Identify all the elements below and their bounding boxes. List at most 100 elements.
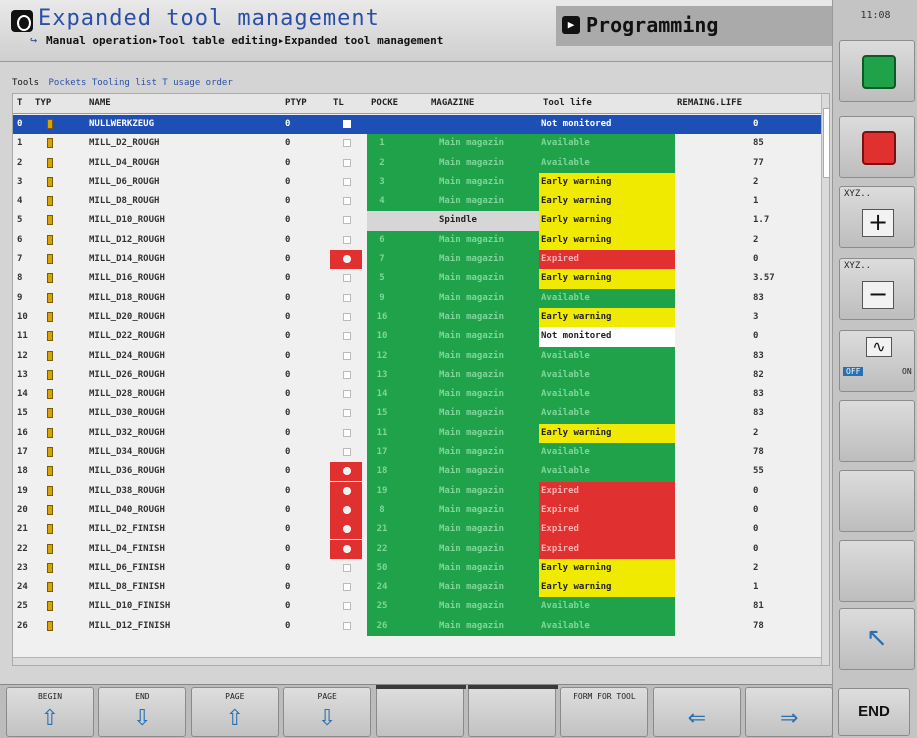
tool-locked-checkbox[interactable] xyxy=(330,366,362,385)
table-row[interactable]: Early warning 24 MILL_D8_FINISH 0 24 Main mag… xyxy=(13,578,821,598)
tool-locked-checkbox[interactable] xyxy=(330,520,362,540)
tool-life-cell: Early warning xyxy=(539,211,675,231)
end-key[interactable]: END xyxy=(838,688,910,736)
page-title: Expanded tool management xyxy=(38,6,380,31)
tool-life-value: Available xyxy=(541,369,590,380)
softkey-3[interactable]: PAGE ⇧ xyxy=(190,687,279,737)
tool-locked-checkbox[interactable] xyxy=(330,539,362,559)
tool-locked-checkbox[interactable] xyxy=(330,211,362,230)
tool-locked-checkbox[interactable] xyxy=(330,597,362,616)
tool-number: 18 xyxy=(17,466,28,477)
tool-locked-checkbox[interactable] xyxy=(330,404,362,423)
tool-locked-checkbox[interactable] xyxy=(330,347,362,366)
tool-locked-checkbox[interactable] xyxy=(330,231,362,250)
side-softkey-bar: 11:08 XYZ.. + XYZ.. − ∿ OFF ON ↖ xyxy=(832,0,917,738)
tool-life-value: Early warning xyxy=(541,234,612,245)
table-row[interactable]: Expired 20 MILL_D40_ROUGH 0 8 Main magazin 0 xyxy=(13,500,821,521)
table-row[interactable]: Early warning 8 MILL_D16_ROUGH 0 5 Main magaz… xyxy=(13,269,821,289)
pocket-number: 10 xyxy=(376,331,388,342)
table-row[interactable]: Expired 22 MILL_D4_FINISH 0 22 Main magazin 0 xyxy=(13,539,821,559)
tool-locked-checkbox[interactable] xyxy=(330,250,362,270)
tool-locked-checkbox[interactable] xyxy=(330,154,362,173)
table-row[interactable]: Available 1 MILL_D2_ROUGH 0 1 Main magazin 85 xyxy=(13,134,821,154)
table-row[interactable]: Early warning 5 MILL_D10_ROUGH 0 Spindle 1.7 xyxy=(13,211,821,231)
tool-locked-checkbox[interactable] xyxy=(330,269,362,288)
tool-number: 17 xyxy=(17,447,28,458)
table-row[interactable]: Expired 7 MILL_D14_ROUGH 0 7 Main magazin 0 xyxy=(13,250,821,270)
table-row[interactable]: Available 9 MILL_D18_ROUGH 0 9 Main magazin 83 xyxy=(13,288,821,308)
off-on-toggle[interactable]: ∿ OFF ON xyxy=(839,330,915,392)
softkey-6[interactable] xyxy=(468,685,558,737)
tool-locked-checkbox[interactable] xyxy=(330,327,362,346)
tool-type-icon xyxy=(47,254,53,265)
tool-locked-checkbox[interactable] xyxy=(330,462,362,482)
table-row[interactable]: Available 26 MILL_D12_FINISH 0 26 Main magazi… xyxy=(13,616,821,637)
table-row[interactable]: Early warning 6 MILL_D12_ROUGH 0 6 Main magaz… xyxy=(13,230,821,251)
softkey-8[interactable]: ⇐ xyxy=(652,687,741,737)
plus-icon: + xyxy=(862,209,894,237)
softkey-2[interactable]: END ⇩ xyxy=(98,687,187,737)
remaining-life: 0 xyxy=(753,504,759,515)
pocket-type: 0 xyxy=(285,447,291,458)
side-softkey-7[interactable] xyxy=(839,470,915,532)
tool-locked-checkbox[interactable] xyxy=(330,559,362,578)
tool-locked-checkbox[interactable] xyxy=(330,385,362,404)
tool-locked-checkbox[interactable] xyxy=(330,115,362,134)
horizontal-scrollbar[interactable] xyxy=(13,657,821,665)
table-row[interactable]: Available 15 MILL_D30_ROUGH 0 15 Main magazin… xyxy=(13,404,821,424)
tool-life-cell: Available xyxy=(539,443,675,463)
table-row[interactable]: Available 18 MILL_D36_ROUGH 0 18 Main magazin… xyxy=(13,462,821,482)
table-green-button[interactable] xyxy=(839,40,915,102)
softkey-4[interactable]: PAGE ⇩ xyxy=(283,687,372,737)
tool-locked-checkbox[interactable] xyxy=(330,192,362,211)
table-red-button[interactable] xyxy=(839,116,915,178)
table-row[interactable]: Early warning 23 MILL_D6_FINISH 0 50 Main mag… xyxy=(13,558,821,579)
tool-locked-checkbox[interactable] xyxy=(330,424,362,443)
table-row[interactable]: Not monitored 11 MILL_D22_ROUGH 0 10 Main mag… xyxy=(13,327,821,347)
side-softkey-8[interactable] xyxy=(839,540,915,602)
zoom-in-button[interactable]: XYZ.. + xyxy=(839,186,915,248)
scroll-thumb[interactable] xyxy=(823,108,829,178)
table-row[interactable]: Available 2 MILL_D4_ROUGH 0 2 Main magazin 77 xyxy=(13,153,821,173)
table-row[interactable]: Early warning 3 MILL_D6_ROUGH 0 3 Main magazi… xyxy=(13,172,821,193)
table-row[interactable]: Available 13 MILL_D26_ROUGH 0 13 Main magazin… xyxy=(13,365,821,386)
remaining-life: 0 xyxy=(753,119,759,129)
tool-name: MILL_D4_FINISH xyxy=(89,543,165,554)
table-row[interactable]: Available 14 MILL_D28_ROUGH 0 14 Main magazin… xyxy=(13,385,821,405)
tab-others[interactable]: Pockets Tooling list T usage order xyxy=(49,78,233,88)
tool-life-cell: Early warning xyxy=(539,558,675,579)
softkey-9[interactable]: ⇒ xyxy=(745,687,834,737)
tool-life-value: Available xyxy=(541,292,590,303)
softkey-5[interactable] xyxy=(375,685,466,737)
remaining-life: 78 xyxy=(753,447,764,458)
side-softkey-6[interactable] xyxy=(839,400,915,462)
table-row[interactable]: Early warning 10 MILL_D20_ROUGH 0 16 Main mag… xyxy=(13,307,821,328)
table-row[interactable]: Early warning 16 MILL_D32_ROUGH 0 11 Main mag… xyxy=(13,423,821,444)
tool-locked-checkbox[interactable] xyxy=(330,308,362,327)
softkey-1[interactable]: BEGIN ⇧ xyxy=(6,687,94,737)
tool-locked-checkbox[interactable] xyxy=(330,443,362,462)
tool-locked-checkbox[interactable] xyxy=(330,578,362,597)
tool-locked-checkbox[interactable] xyxy=(330,481,362,501)
tool-locked-checkbox[interactable] xyxy=(330,289,362,308)
tool-locked-checkbox[interactable] xyxy=(330,617,362,636)
table-row[interactable]: Early warning 4 MILL_D8_ROUGH 0 4 Main magazi… xyxy=(13,192,821,212)
softkey-7[interactable]: FORM FOR TOOL xyxy=(560,687,649,737)
tab-tools[interactable]: Tools xyxy=(12,78,39,88)
table-row[interactable]: Expired 19 MILL_D38_ROUGH 0 19 Main magazin 0 xyxy=(13,481,821,501)
pocket-number: 11 xyxy=(376,427,388,438)
tool-name: MILL_D36_ROUGH xyxy=(89,466,165,477)
table-row[interactable]: Available 12 MILL_D24_ROUGH 0 12 Main magazin… xyxy=(13,346,821,366)
table-row[interactable]: Available 25 MILL_D10_FINISH 0 25 Main magazi… xyxy=(13,597,821,617)
table-row[interactable]: Not monitored 0 NULLWERKZEUG 0 0 xyxy=(13,115,821,135)
feed-override-button[interactable]: ↖ xyxy=(839,608,915,670)
zoom-out-button[interactable]: XYZ.. − xyxy=(839,258,915,320)
tool-locked-checkbox[interactable] xyxy=(330,173,362,192)
tool-number: 3 xyxy=(17,176,23,187)
table-row[interactable]: Expired 21 MILL_D2_FINISH 0 21 Main magazin 0 xyxy=(13,520,821,540)
table-row[interactable]: Available 17 MILL_D34_ROUGH 0 17 Main magazin… xyxy=(13,443,821,463)
tool-locked-checkbox[interactable] xyxy=(330,500,362,520)
tool-name: MILL_D38_ROUGH xyxy=(89,485,165,496)
tool-locked-checkbox[interactable] xyxy=(330,134,362,153)
vertical-scrollbar[interactable] xyxy=(821,94,829,665)
